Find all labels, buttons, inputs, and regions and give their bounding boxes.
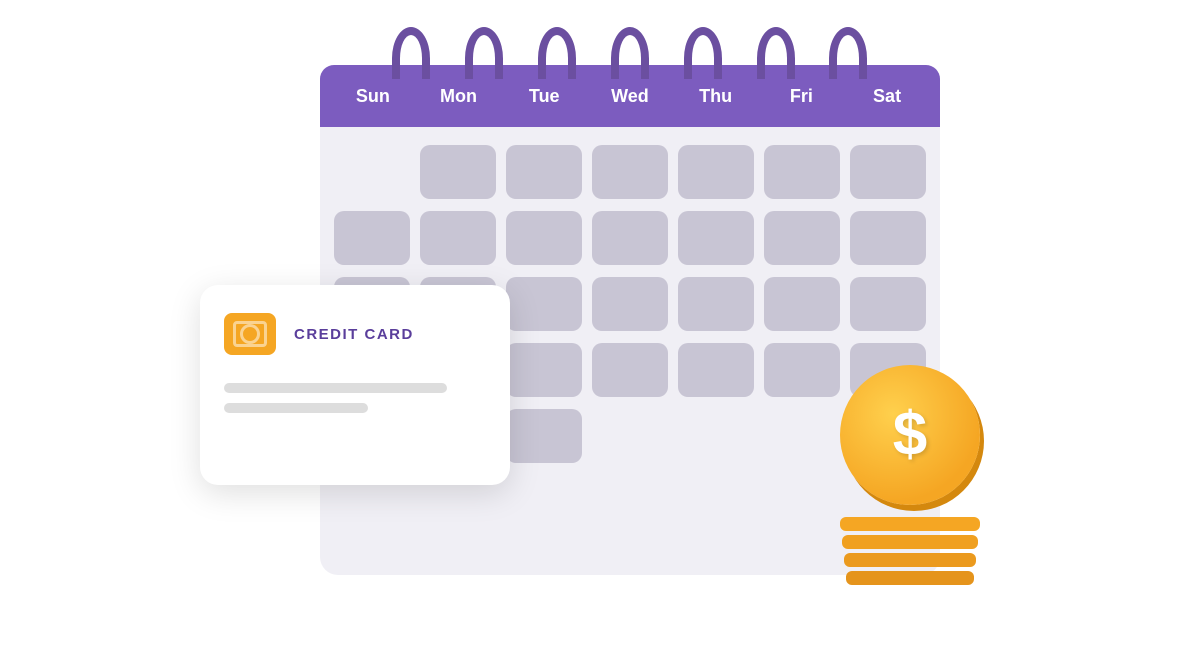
card-chip-detail	[233, 321, 267, 347]
dollar-sign-icon: $	[893, 404, 927, 466]
ring-1	[392, 27, 430, 79]
card-lines	[224, 383, 486, 413]
card-chip-icon	[224, 313, 276, 355]
ring-6	[757, 27, 795, 79]
table-row	[764, 211, 840, 265]
table-row	[850, 277, 926, 331]
ring-5	[684, 27, 722, 79]
card-top: CREDIT CARD	[224, 313, 486, 355]
cell-empty-3	[678, 409, 754, 463]
ring-7	[829, 27, 867, 79]
table-row	[764, 277, 840, 331]
day-wed: Wed	[590, 86, 670, 107]
day-thu: Thu	[676, 86, 756, 107]
coin-layers	[830, 517, 990, 585]
table-row	[764, 343, 840, 397]
main-scene: Sun Mon Tue Wed Thu Fri Sat	[200, 45, 1000, 605]
coin-layer-2	[842, 535, 978, 549]
ring-2	[465, 27, 503, 79]
table-row	[420, 145, 496, 199]
table-row	[764, 145, 840, 199]
cell-empty-4	[764, 409, 840, 463]
table-row	[678, 211, 754, 265]
table-row	[592, 343, 668, 397]
coin-stack: $	[830, 365, 990, 585]
table-row	[592, 277, 668, 331]
card-line-2	[224, 403, 368, 413]
table-row	[506, 277, 582, 331]
day-sun: Sun	[333, 86, 413, 107]
table-row	[850, 145, 926, 199]
day-fri: Fri	[761, 86, 841, 107]
ring-4	[611, 27, 649, 79]
calendar-rings	[320, 27, 940, 79]
table-row	[678, 343, 754, 397]
cell-empty-1	[334, 145, 410, 199]
table-row	[506, 145, 582, 199]
day-mon: Mon	[419, 86, 499, 107]
table-row	[678, 277, 754, 331]
coin-layer-1	[840, 517, 980, 531]
card-title: CREDIT CARD	[294, 326, 414, 343]
table-row	[850, 211, 926, 265]
cell-empty-2	[592, 409, 668, 463]
table-row	[592, 211, 668, 265]
table-row	[420, 211, 496, 265]
coin-layer-4	[846, 571, 974, 585]
ring-3	[538, 27, 576, 79]
table-row	[678, 145, 754, 199]
table-row	[506, 343, 582, 397]
table-row	[506, 409, 582, 463]
day-sat: Sat	[847, 86, 927, 107]
coin-big: $	[840, 365, 980, 505]
credit-card: CREDIT CARD	[200, 285, 510, 485]
card-line-1	[224, 383, 447, 393]
coin-layer-3	[844, 553, 976, 567]
table-row	[592, 145, 668, 199]
table-row	[506, 211, 582, 265]
table-row	[334, 211, 410, 265]
day-tue: Tue	[504, 86, 584, 107]
